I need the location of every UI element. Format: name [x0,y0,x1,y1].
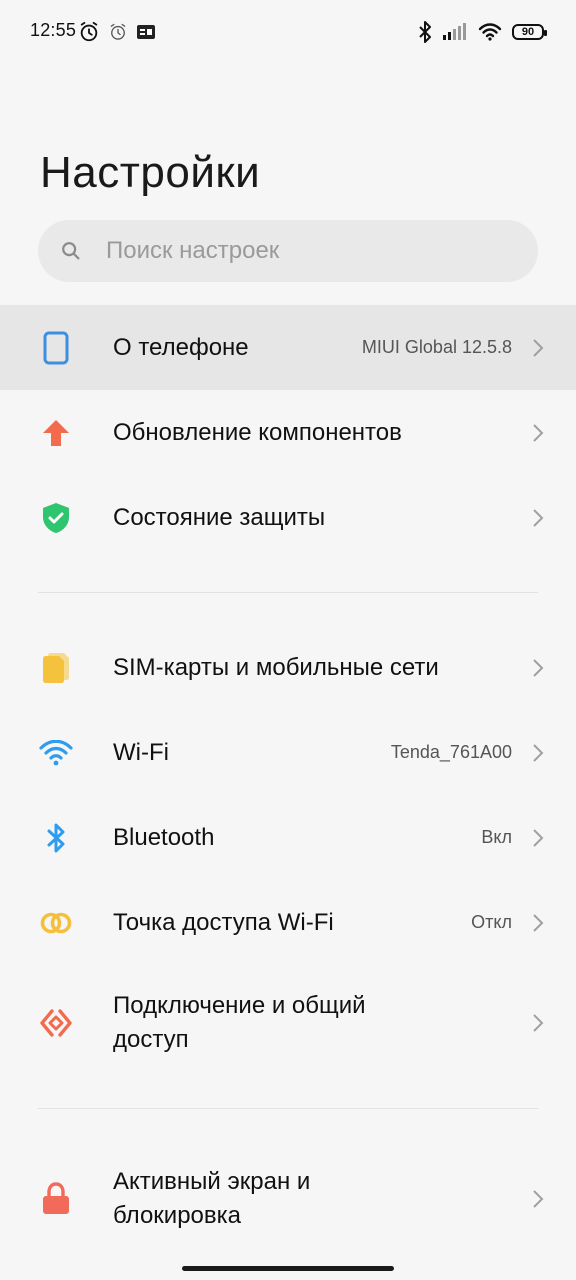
notification-card-icon [137,25,155,39]
chevron-right-icon [528,913,548,933]
hotspot-icon [38,905,74,941]
settings-item-about-phone[interactable]: О телефоне MIUI Global 12.5.8 [0,305,576,390]
search-input[interactable] [104,236,488,266]
sim-card-icon [38,650,74,686]
bluetooth-icon [38,820,74,856]
chevron-right-icon [528,828,548,848]
settings-item-label: Точка доступа Wi-Fi [113,908,334,936]
status-time: 12:55 [30,20,77,40]
settings-item-label: SIM-карты и мобильные сети [113,653,439,681]
settings-item-label-line2: блокировка [113,1201,242,1229]
settings-item-label: Активный экран и блокировка [113,1165,310,1233]
settings-item-value: Вкл [481,827,512,847]
alarm-clock-icon [80,21,98,42]
settings-item-active-screen-lock[interactable]: Активный экран и блокировка [0,1141,576,1256]
search-icon [62,242,80,260]
settings-item-label: Обновление компонентов [113,418,402,446]
settings-item-label-line2: доступ [113,1025,189,1053]
settings-item-label: О телефоне [113,333,249,361]
bluetooth-status-icon [419,21,431,43]
settings-item-label: Подключение и общий доступ [113,989,366,1057]
status-bar: 12:55 90 [0,0,576,64]
chevron-right-icon [528,743,548,763]
settings-item-label: Wi-Fi [113,738,169,766]
shield-check-icon [38,500,74,536]
settings-item-label: Состояние защиты [113,503,326,531]
battery-icon: 90 [512,24,547,40]
settings-item-sim-cards[interactable]: SIM-карты и мобильные сети [0,625,576,710]
wifi-icon [38,735,74,771]
settings-item-connection-sharing[interactable]: Подключение и общий доступ [0,965,576,1080]
page-title: Настройки [40,148,261,197]
settings-item-value: Откл [471,912,512,932]
settings-item-value: MIUI Global 12.5.8 [361,337,512,357]
arrow-up-icon [38,415,74,451]
chevron-right-icon [528,1013,548,1033]
phone-icon [38,330,74,366]
settings-item-bluetooth[interactable]: Bluetooth Вкл [0,795,576,880]
settings-item-label-line1: Подключение и общий [113,991,366,1019]
search-bar[interactable] [38,220,538,282]
lock-icon [38,1181,74,1217]
settings-item-hotspot[interactable]: Точка доступа Wi-Fi Откл [0,880,576,965]
status-right-icons: 90 [418,20,547,44]
settings-item-label: Bluetooth [113,823,215,851]
chevron-right-icon [528,658,548,678]
settings-item-label-line1: Активный экран и [113,1167,311,1195]
alarm-outline-icon [110,23,126,40]
battery-level: 90 [521,26,535,38]
settings-item-value: Tenda_761A00 [390,742,512,762]
settings-item-component-update[interactable]: Обновление компонентов [0,390,576,475]
home-indicator[interactable] [182,1266,394,1271]
settings-item-security-status[interactable]: Состояние защиты [0,475,576,560]
chevron-right-icon [528,338,548,358]
wifi-status-icon [478,23,502,41]
share-connection-icon [38,1005,74,1041]
settings-item-wifi[interactable]: Wi-Fi Tenda_761A00 [0,710,576,795]
status-left-icons [78,20,156,44]
settings-list: О телефоне MIUI Global 12.5.8 Обновление… [0,305,576,1256]
chevron-right-icon [528,1189,548,1209]
signal-icon [443,23,466,40]
chevron-right-icon [528,508,548,528]
chevron-right-icon [528,423,548,443]
